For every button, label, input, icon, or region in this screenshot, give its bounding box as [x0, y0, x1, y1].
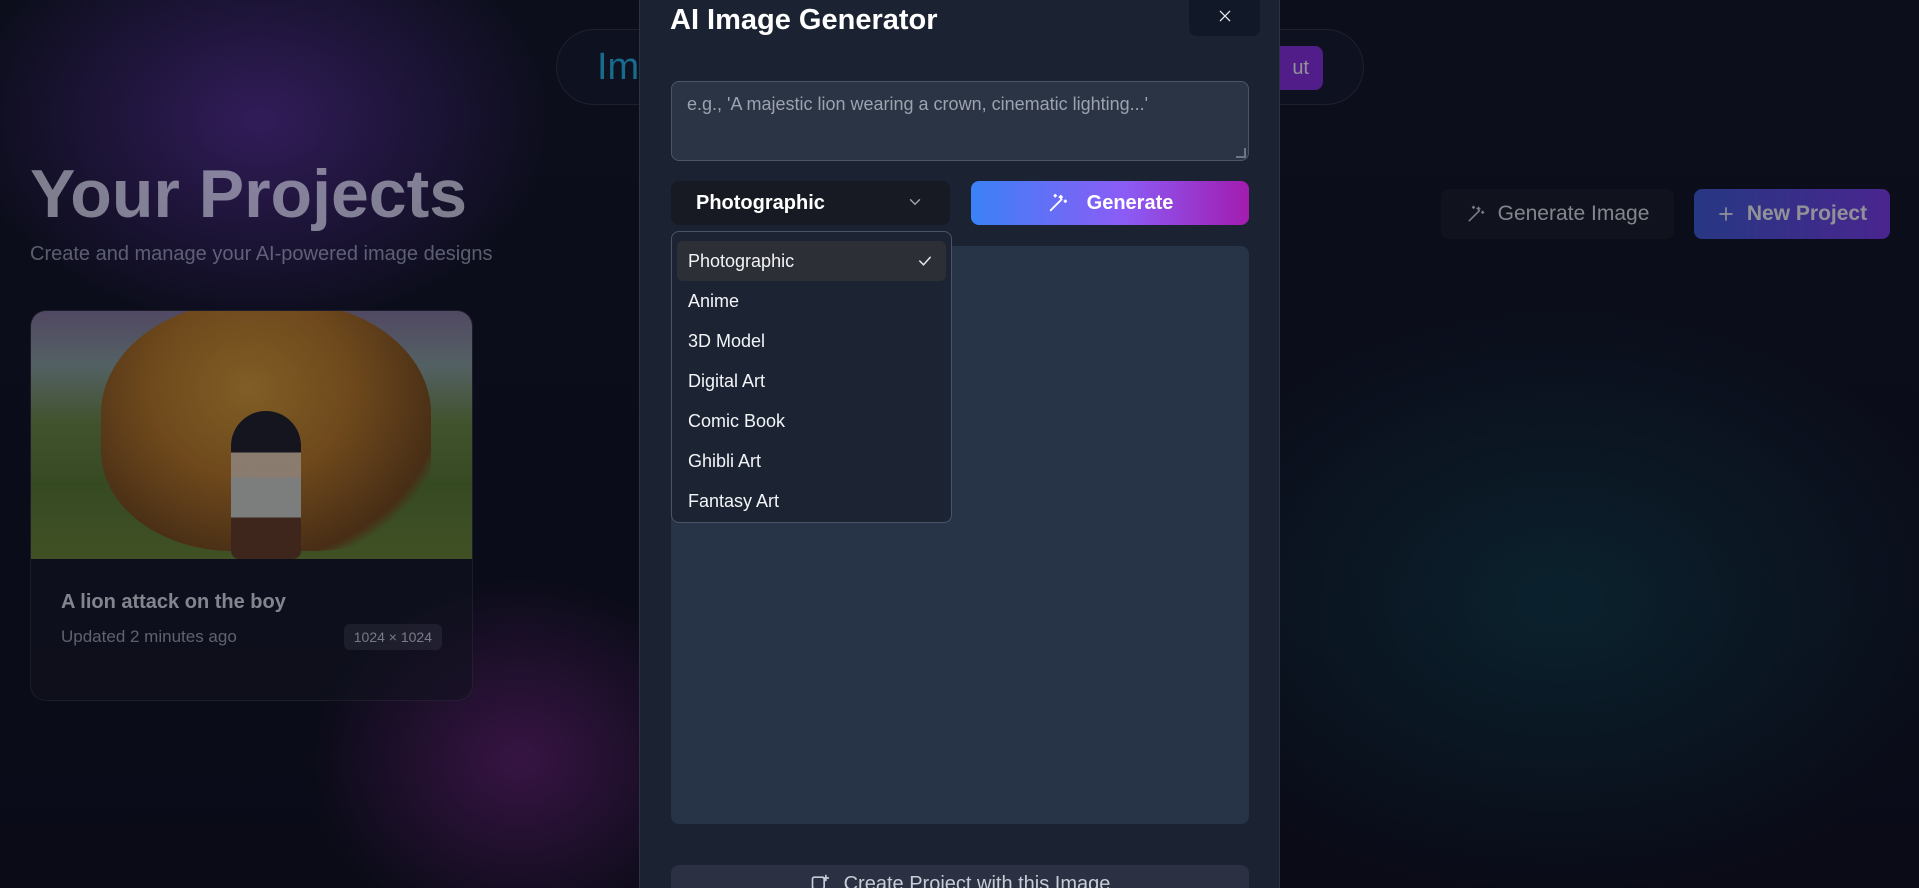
new-project-button[interactable]: New Project — [1694, 189, 1890, 239]
magic-wand-icon — [1466, 204, 1486, 224]
magic-wand-icon — [1047, 192, 1069, 214]
style-select[interactable]: Photographic — [671, 181, 950, 225]
style-option-comic-book[interactable]: Comic Book — [677, 401, 946, 441]
option-label: Comic Book — [688, 410, 786, 431]
option-label: Digital Art — [688, 370, 766, 391]
generate-label: Generate — [1086, 191, 1174, 214]
boy-illustration — [231, 411, 301, 559]
page-subtitle: Create and manage your AI-powered image … — [30, 243, 493, 265]
option-label: Ghibli Art — [688, 450, 762, 471]
check-icon — [916, 252, 934, 270]
plus-icon — [1717, 205, 1735, 223]
option-label: Photographic — [688, 250, 795, 271]
style-option-anime[interactable]: Anime — [677, 281, 946, 321]
new-project-label: New Project — [1746, 202, 1868, 225]
prompt-input[interactable] — [671, 81, 1249, 161]
project-card[interactable]: A lion attack on the boy Updated 2 minut… — [30, 310, 473, 701]
close-icon — [1217, 8, 1233, 24]
image-plus-icon — [810, 873, 830, 888]
project-thumbnail — [31, 311, 472, 559]
project-updated: Updated 2 minutes ago — [61, 627, 237, 646]
create-project-button[interactable]: Create Project with this Image — [671, 865, 1249, 888]
logout-label: ut — [1292, 56, 1309, 79]
option-label: 3D Model — [688, 330, 766, 351]
project-name: A lion attack on the boy — [61, 591, 286, 613]
close-button[interactable] — [1189, 0, 1260, 36]
chevron-down-icon — [906, 193, 924, 211]
project-dimensions-badge: 1024 × 1024 — [343, 624, 442, 650]
generate-button[interactable]: Generate — [971, 181, 1249, 225]
modal-title: AI Image Generator — [670, 4, 938, 36]
option-label: Anime — [688, 290, 740, 311]
style-dropdown-menu: Photographic Anime 3D Model Digital Art … — [671, 231, 952, 523]
style-option-ghibli-art[interactable]: Ghibli Art — [677, 441, 946, 481]
generate-image-button[interactable]: Generate Image — [1441, 189, 1674, 239]
style-option-fantasy-art[interactable]: Fantasy Art — [677, 481, 946, 521]
style-option-digital-art[interactable]: Digital Art — [677, 361, 946, 401]
textarea-resize-handle[interactable] — [1236, 148, 1246, 158]
page-title: Your Projects — [30, 156, 468, 232]
generate-image-label: Generate Image — [1497, 202, 1650, 225]
option-label: Fantasy Art — [688, 490, 780, 511]
style-option-photographic[interactable]: Photographic — [677, 241, 946, 281]
create-project-label: Create Project with this Image — [843, 873, 1111, 888]
style-option-3d-model[interactable]: 3D Model — [677, 321, 946, 361]
style-select-value: Photographic — [696, 191, 825, 214]
